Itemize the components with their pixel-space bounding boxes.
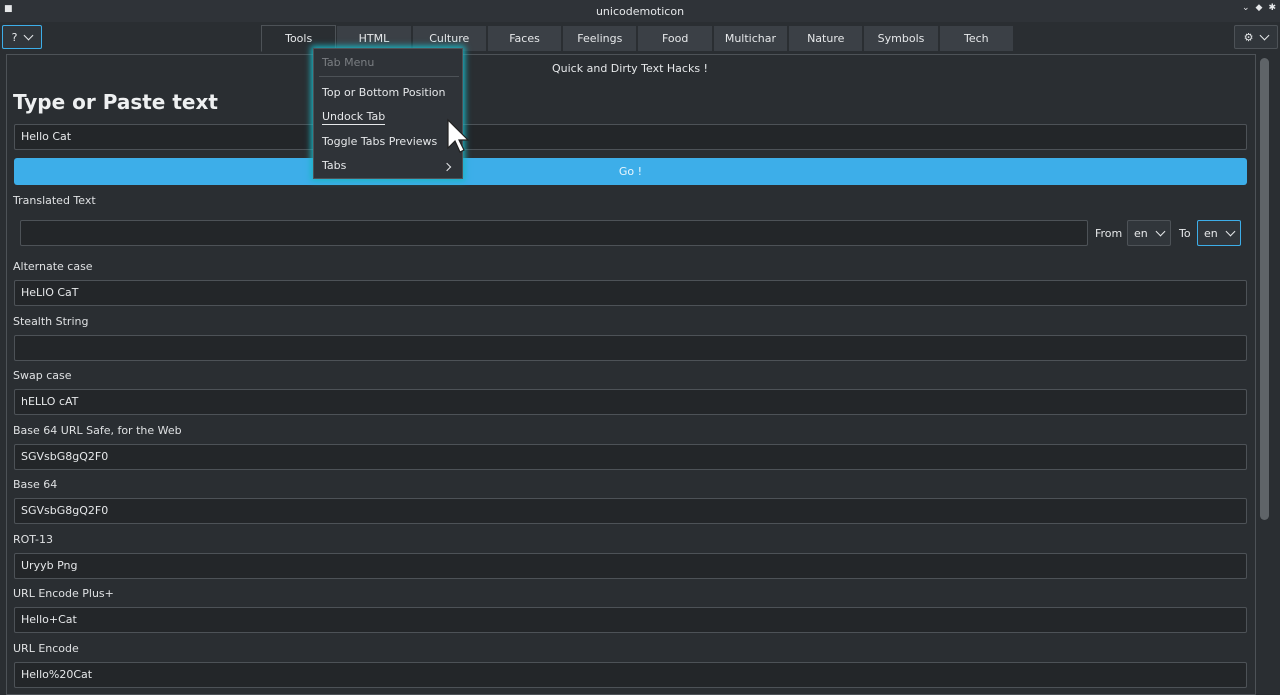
top-bar: ? Tools HTML Culture Faces Feelings Food… [0, 22, 1280, 52]
gear-icon: ⚙ [1243, 30, 1254, 44]
alternate-case-field[interactable]: HeLlO CaT [14, 280, 1247, 306]
tab-feelings[interactable]: Feelings [562, 25, 638, 52]
window-icon[interactable]: ■ [4, 4, 13, 14]
from-language-value: en [1134, 226, 1148, 240]
chevron-down-icon [1155, 226, 1166, 236]
to-language-value: en [1204, 226, 1218, 240]
swap-case-label: Swap case [13, 369, 72, 382]
maximize-icon[interactable]: ◆ [1256, 3, 1263, 13]
tab-symbols[interactable]: Symbols [863, 25, 939, 52]
from-language-select[interactable]: en [1127, 220, 1171, 246]
url-encode-plus-label: URL Encode Plus+ [13, 587, 114, 600]
settings-button[interactable]: ⚙ [1234, 25, 1278, 49]
go-button[interactable]: Go ! [14, 158, 1247, 185]
chevron-down-icon [23, 30, 34, 40]
menu-item-top-or-bottom-position[interactable]: Top or Bottom Position [322, 86, 445, 99]
url-encode-field[interactable]: Hello%20Cat [14, 662, 1247, 688]
base64-url-safe-field[interactable]: SGVsbG8gQ2F0 [14, 444, 1247, 470]
tab-faces[interactable]: Faces [486, 25, 563, 52]
chevron-down-icon [1259, 30, 1270, 40]
chevron-right-icon [442, 162, 452, 172]
stealth-string-label: Stealth String [13, 315, 89, 328]
menu-item-tabs[interactable]: Tabs [322, 159, 346, 172]
title-bar: ■ unicodemoticon ⌄ ◆ ✱ [0, 0, 1280, 22]
stealth-string-field[interactable] [14, 335, 1247, 361]
tab-context-menu: Tab Menu Top or Bottom Position Undock T… [313, 48, 463, 179]
menu-item-undock-tab[interactable]: Undock Tab [322, 110, 386, 125]
menu-separator [319, 76, 459, 77]
alternate-case-label: Alternate case [13, 260, 93, 273]
tab-tech[interactable]: Tech [938, 25, 1014, 52]
to-label: To [1179, 227, 1191, 240]
close-icon[interactable]: ✱ [1268, 3, 1276, 13]
base64-field[interactable]: SGVsbG8gQ2F0 [14, 498, 1247, 524]
tab-multichar[interactable]: Multichar [712, 25, 789, 52]
panel-subtitle: Quick and Dirty Text Hacks ! [552, 62, 708, 75]
help-button[interactable]: ? [2, 25, 42, 49]
translated-text-field[interactable] [20, 220, 1088, 246]
base64-url-safe-label: Base 64 URL Safe, for the Web [13, 424, 182, 437]
chevron-down-icon [1225, 226, 1236, 236]
swap-case-field[interactable]: hELLO cAT [14, 389, 1247, 415]
text-input[interactable]: Hello Cat [14, 124, 1247, 150]
from-label: From [1095, 227, 1123, 240]
url-encode-plus-field[interactable]: Hello+Cat [14, 607, 1247, 633]
window-title: unicodemoticon [595, 4, 685, 18]
scrollbar-thumb[interactable] [1260, 58, 1269, 520]
tab-food[interactable]: Food [637, 25, 713, 52]
page-title: Type or Paste text [13, 90, 218, 114]
rot13-label: ROT-13 [13, 533, 53, 546]
menu-title: Tab Menu [322, 56, 375, 69]
tab-nature[interactable]: Nature [788, 25, 864, 52]
base64-label: Base 64 [13, 478, 58, 491]
help-button-label: ? [11, 30, 18, 44]
minimize-icon[interactable]: ⌄ [1242, 3, 1250, 13]
tools-panel [6, 54, 1256, 695]
translated-text-label: Translated Text [13, 194, 96, 207]
vertical-scrollbar[interactable] [1258, 56, 1272, 695]
menu-item-toggle-tabs-previews[interactable]: Toggle Tabs Previews [322, 135, 437, 148]
window-controls: ⌄ ◆ ✱ [1242, 3, 1276, 13]
to-language-select[interactable]: en [1197, 220, 1241, 246]
mouse-cursor-icon [447, 118, 470, 153]
url-encode-label: URL Encode [13, 642, 79, 655]
rot13-field[interactable]: Uryyb Png [14, 553, 1247, 579]
